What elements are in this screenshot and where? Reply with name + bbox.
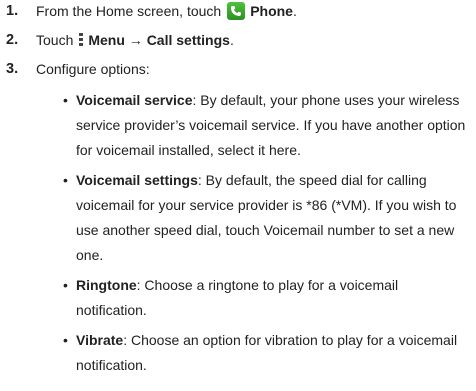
step-number: 1. bbox=[6, 3, 19, 19]
step-2: 2. Touch Menu → Call settings . bbox=[6, 29, 234, 51]
step-number: 3. bbox=[6, 61, 19, 77]
step-number: 2. bbox=[6, 32, 19, 48]
menu-call-settings-label: Menu → Call settings bbox=[88, 32, 230, 48]
option-term: Voicemail service bbox=[76, 92, 193, 108]
list-item: • Ringtone: Choose a ringtone to play fo… bbox=[63, 273, 467, 323]
bullet-dot: • bbox=[63, 172, 68, 188]
options-list: • Voicemail service: By default, your ph… bbox=[63, 88, 467, 383]
option-term: Vibrate bbox=[76, 332, 124, 348]
phone-icon bbox=[227, 2, 246, 20]
step-3: 3. Configure options: bbox=[6, 58, 150, 80]
step-text: From the Home screen, touch bbox=[36, 3, 222, 19]
bullet-dot: • bbox=[63, 277, 68, 293]
menu-icon bbox=[79, 32, 84, 48]
list-item: • Voicemail settings: By default, the sp… bbox=[63, 168, 467, 268]
step-text: Configure options: bbox=[36, 61, 150, 77]
document-page: 1. From the Home screen, touch Phone . 2… bbox=[0, 0, 476, 391]
step-punctuation: . bbox=[292, 3, 297, 19]
bullet-dot: • bbox=[63, 92, 68, 108]
step-text: Touch bbox=[36, 32, 74, 48]
list-item: • Voicemail service: By default, your ph… bbox=[63, 88, 467, 163]
phone-label: Phone bbox=[250, 3, 293, 19]
step-1: 1. From the Home screen, touch Phone . bbox=[6, 0, 297, 22]
bullet-dot: • bbox=[63, 332, 68, 348]
list-item: • Vibrate: Choose an option for vibratio… bbox=[63, 328, 467, 378]
option-term: Voicemail settings bbox=[76, 172, 198, 188]
option-term: Ringtone bbox=[76, 277, 137, 293]
option-description: : Choose an option for vibration to play… bbox=[76, 332, 458, 373]
step-punctuation: . bbox=[229, 32, 234, 48]
